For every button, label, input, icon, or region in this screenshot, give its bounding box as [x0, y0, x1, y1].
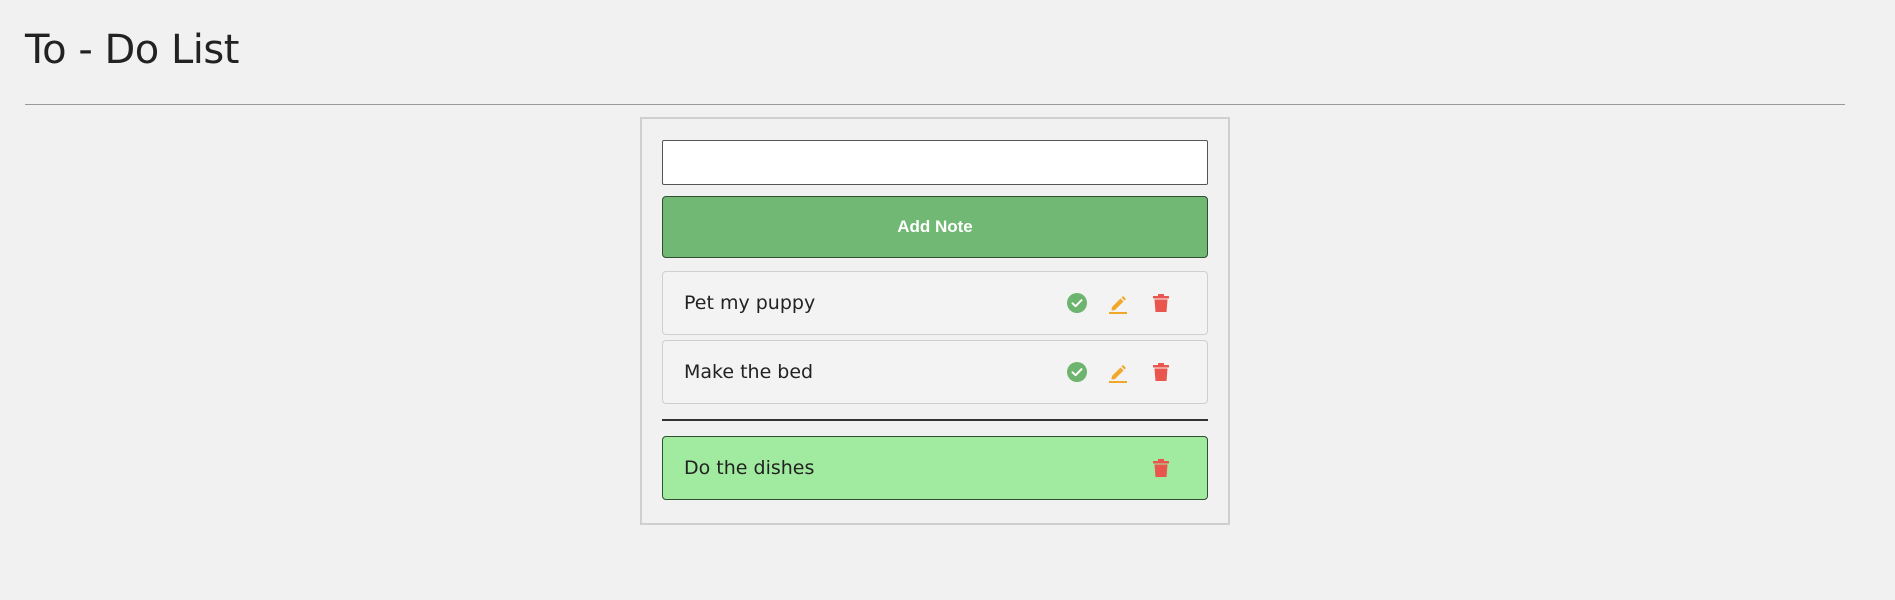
check-circle-icon[interactable]: [1065, 360, 1089, 384]
completed-item: Do the dishes: [662, 436, 1208, 500]
completed-item-text: Do the dishes: [684, 457, 815, 479]
note-input[interactable]: [662, 140, 1208, 185]
pencil-icon[interactable]: [1106, 291, 1130, 315]
check-circle-icon[interactable]: [1065, 291, 1089, 315]
page-title: To - Do List: [25, 27, 239, 73]
pencil-icon[interactable]: [1106, 360, 1130, 384]
todo-app-page: To - Do List Add Note Pet my puppy Make …: [0, 0, 1895, 600]
title-divider: [25, 104, 1845, 105]
todo-panel: Add Note Pet my puppy Make the bed Do th…: [640, 117, 1230, 525]
todo-item-text: Make the bed: [684, 361, 814, 383]
trash-icon[interactable]: [1149, 291, 1173, 315]
add-note-button[interactable]: Add Note: [662, 196, 1208, 258]
todo-item-text: Pet my puppy: [684, 292, 816, 314]
todo-item: Make the bed: [662, 340, 1208, 404]
trash-icon[interactable]: [1149, 456, 1173, 480]
trash-icon[interactable]: [1149, 360, 1173, 384]
todo-item: Pet my puppy: [662, 271, 1208, 335]
completed-divider: [662, 419, 1208, 421]
